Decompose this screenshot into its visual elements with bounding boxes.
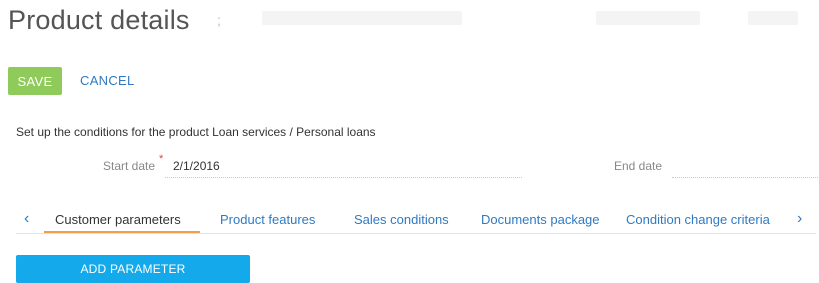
page-title: Product details bbox=[8, 5, 190, 35]
tab-customer-parameters[interactable]: Customer parameters bbox=[55, 212, 181, 227]
add-parameter-button[interactable]: ADD PARAMETER bbox=[16, 255, 250, 283]
header-placeholder-bar bbox=[262, 11, 462, 25]
header-placeholder-bar bbox=[748, 11, 798, 25]
tab-documents-package[interactable]: Documents package bbox=[481, 212, 600, 227]
tab-sales-conditions[interactable]: Sales conditions bbox=[354, 212, 449, 227]
end-date-underline bbox=[672, 177, 818, 178]
save-button[interactable]: SAVE bbox=[8, 67, 62, 95]
tab-product-features[interactable]: Product features bbox=[220, 212, 315, 227]
header-placeholder-marker: ; bbox=[217, 12, 221, 28]
cancel-button[interactable]: CANCEL bbox=[80, 73, 135, 88]
conditions-description: Set up the conditions for the product Lo… bbox=[16, 125, 376, 139]
tab-bar: ‹ Customer parameters Product features S… bbox=[0, 200, 819, 236]
tab-condition-change-criteria[interactable]: Condition change criteria bbox=[626, 212, 770, 227]
start-date-input[interactable]: 2/1/2016 bbox=[173, 159, 220, 173]
end-date-label: End date bbox=[614, 159, 663, 173]
header-placeholder-bar bbox=[596, 11, 700, 25]
tab-scroll-right-icon[interactable]: › bbox=[797, 211, 802, 227]
tabs-divider bbox=[16, 233, 816, 234]
start-date-underline bbox=[165, 177, 522, 178]
required-marker: * bbox=[159, 153, 164, 165]
tab-scroll-left-icon[interactable]: ‹ bbox=[24, 211, 29, 227]
start-date-label: Start date bbox=[103, 159, 156, 173]
